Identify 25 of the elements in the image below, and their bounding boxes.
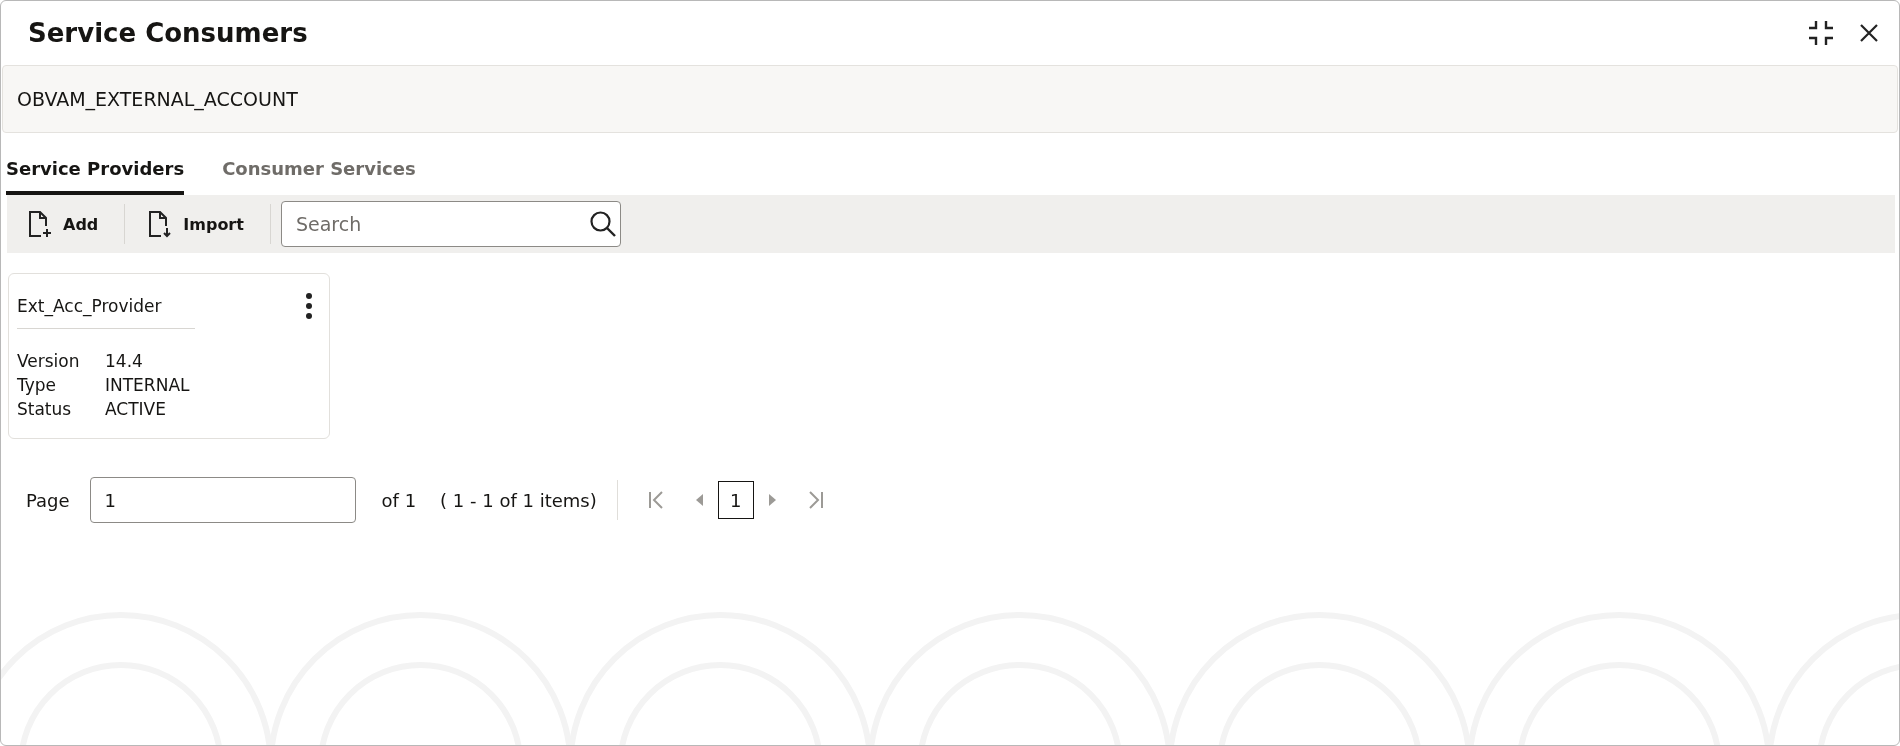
- page-count: of 1: [381, 489, 417, 511]
- field-value: ACTIVE: [105, 398, 167, 421]
- search-field[interactable]: Search: [280, 201, 621, 247]
- window-title: Service Consumers: [28, 18, 308, 48]
- search-icon[interactable]: [588, 210, 617, 238]
- service-name: OBVAM_EXTERNAL_ACCOUNT: [17, 88, 298, 110]
- items-summary: ( 1 - 1 of 1 items): [440, 489, 597, 511]
- add-file-icon: [27, 210, 53, 238]
- page-button[interactable]: 1: [717, 481, 754, 519]
- field-value: INTERNAL: [105, 374, 190, 397]
- more-options-icon[interactable]: [305, 292, 313, 320]
- collapse-icon[interactable]: [1807, 19, 1835, 47]
- add-button[interactable]: Add: [19, 206, 111, 242]
- provider-card[interactable]: Ext_Acc_Provider Version 14.4 Type INTERNAL Status ACTIVE: [8, 273, 330, 439]
- close-icon[interactable]: [1859, 23, 1879, 43]
- import-button[interactable]: Import: [139, 206, 256, 242]
- field-label: Type: [17, 374, 58, 397]
- field-label: Status: [17, 398, 73, 421]
- field-label: Version: [17, 350, 81, 373]
- tab[interactable]: Consumer Services: [222, 158, 416, 195]
- page-input[interactable]: 1: [89, 477, 356, 523]
- field-value: 14.4: [105, 350, 144, 373]
- card-title: Ext_Acc_Provider: [17, 296, 162, 316]
- import-file-icon: [147, 210, 174, 238]
- page-label: Page: [26, 489, 70, 511]
